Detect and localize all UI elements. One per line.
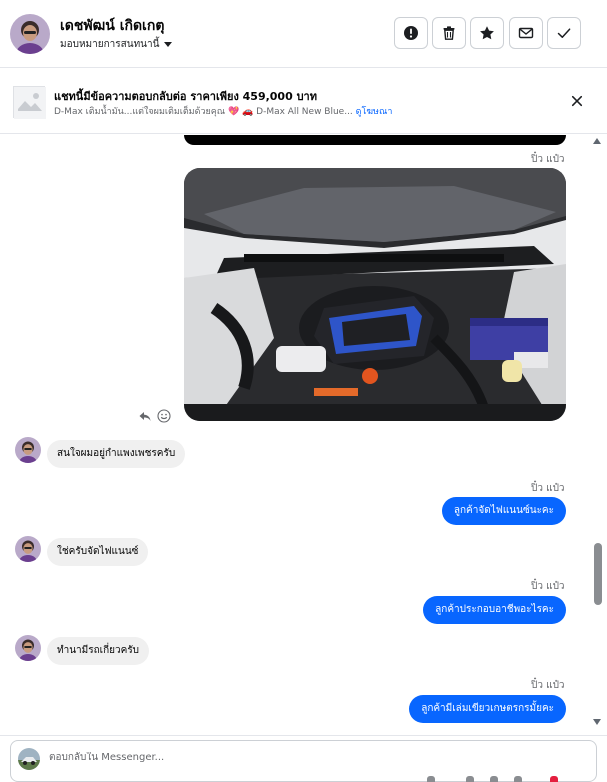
emoji-icon[interactable]	[157, 408, 171, 423]
ad-banner-title: แชทนี้มีข้อความตอบกลับต่อ ราคาเพียง 459,…	[54, 90, 317, 103]
sender-label: ปิ๋ว แป๋ว	[531, 680, 565, 691]
page-avatar	[18, 748, 40, 770]
contact-avatar-small[interactable]	[15, 635, 41, 661]
conversation-header: เดชพัฒน์ เกิดเกตุ มอบหมายการสนทนานี้	[0, 0, 607, 68]
report-button[interactable]	[394, 17, 428, 49]
ad-banner-description: D-Max เติมน้ำมัน...แต่ใจผมเติมเต็มด้วยคุ…	[54, 107, 353, 117]
reply-input[interactable]	[49, 752, 549, 763]
sender-label: ปิ๋ว แป๋ว	[531, 581, 565, 592]
mark-unread-button[interactable]	[509, 17, 543, 49]
chevron-down-icon	[164, 42, 173, 47]
outgoing-message[interactable]: ลูกค้าจัดไฟแนนซ์นะคะ	[441, 497, 566, 525]
outgoing-message[interactable]: ลูกค้าประกอบอาชีพอะไรคะ	[423, 596, 566, 624]
assign-label: มอบหมายการสนทนานี้	[60, 39, 160, 50]
exclamation-icon	[404, 26, 418, 40]
delete-button[interactable]	[432, 17, 466, 49]
sender-label: ปิ๋ว แป๋ว	[531, 154, 565, 165]
incoming-message[interactable]: ใช่ครับจัดไฟแนนซ์	[47, 538, 149, 566]
incoming-message[interactable]: ทำนามีรถเกี่ยวครับ	[47, 637, 150, 665]
engine-photo[interactable]	[184, 168, 566, 421]
assign-conversation-dropdown[interactable]: มอบหมายการสนทนานี้	[60, 37, 173, 52]
trash-icon	[443, 26, 455, 40]
gif-icon[interactable]	[490, 776, 498, 782]
outgoing-message[interactable]: ลูกค้ามีเล่มเขียวเกษตรกรมั้ยคะ	[409, 695, 566, 723]
contact-avatar-small[interactable]	[15, 536, 41, 562]
sender-label: ปิ๋ว แป๋ว	[531, 483, 565, 494]
contact-avatar-small[interactable]	[15, 437, 41, 463]
ad-banner-subtitle: D-Max เติมน้ำมัน...แต่ใจผมเติมเต็มด้วยคุ…	[54, 104, 392, 118]
contact-name[interactable]: เดชพัฒน์ เกิดเกตุ	[60, 15, 164, 37]
scroll-up-arrow[interactable]	[593, 138, 601, 144]
envelope-icon	[518, 27, 534, 39]
star-icon	[480, 26, 494, 40]
check-icon	[557, 28, 571, 38]
scroll-down-arrow[interactable]	[593, 719, 601, 725]
contact-avatar[interactable]	[10, 14, 50, 54]
image-icon[interactable]	[466, 776, 474, 782]
star-button[interactable]	[470, 17, 504, 49]
done-button[interactable]	[547, 17, 581, 49]
emoji-picker-icon[interactable]	[514, 776, 522, 782]
attach-icon[interactable]	[427, 776, 435, 782]
incoming-message[interactable]: สนใจผมอยู่กำแพงเพชรครับ	[47, 440, 186, 468]
reply-icon[interactable]	[138, 408, 152, 422]
close-icon	[571, 95, 583, 107]
previous-image-bottom[interactable]	[184, 135, 566, 145]
like-icon[interactable]	[550, 776, 558, 782]
view-ad-link[interactable]: ดูโฆษณา	[356, 107, 393, 117]
banner-close-button[interactable]	[568, 92, 586, 110]
scrollbar-thumb[interactable]	[594, 543, 602, 605]
ad-thumbnail[interactable]	[13, 86, 46, 119]
